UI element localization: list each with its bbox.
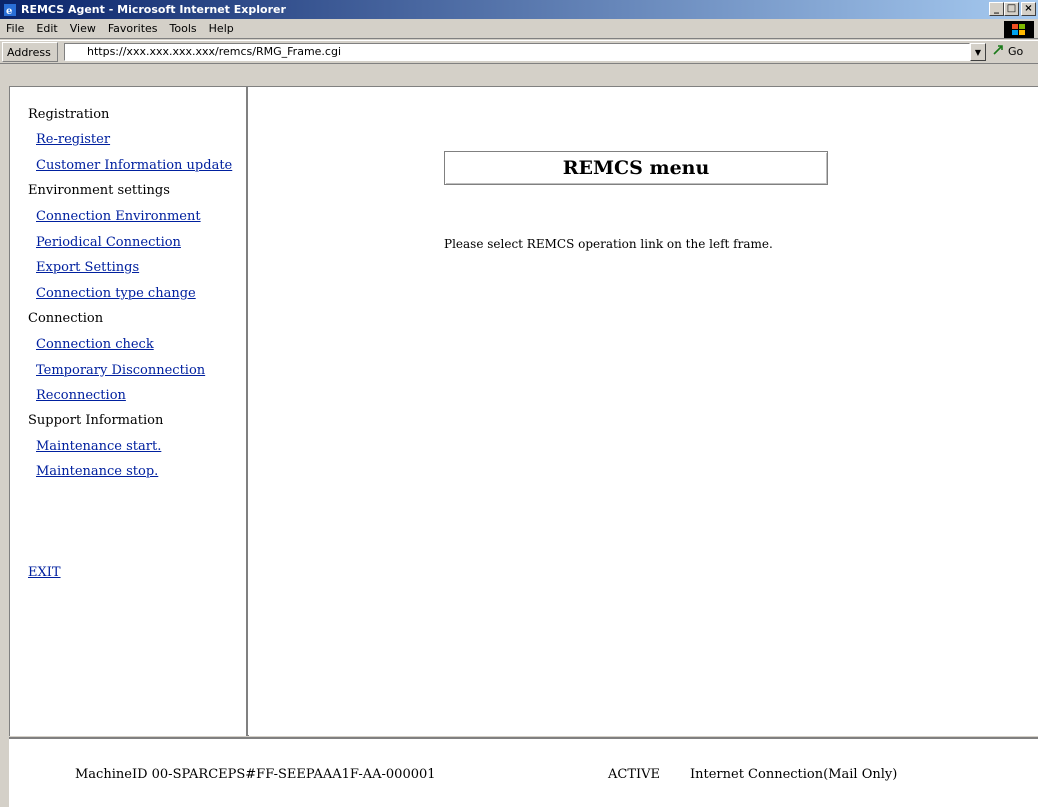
close-button[interactable]: × — [1021, 2, 1036, 16]
address-dropdown-button[interactable]: ▼ — [970, 43, 986, 61]
exit-link[interactable]: EXIT — [28, 565, 61, 580]
nav-group-connection: Connection — [28, 311, 104, 326]
nav-link-re-register[interactable]: Re-register — [36, 132, 110, 147]
nav-link-connection-check[interactable]: Connection check — [36, 337, 154, 352]
left-nav-frame: Registration Re-register Customer Inform… — [10, 87, 248, 736]
nav-link-maintenance-stop[interactable]: Maintenance stop. — [36, 464, 158, 479]
page-title: REMCS menu — [444, 151, 828, 185]
nav-link-maintenance-start[interactable]: Maintenance start. — [36, 439, 161, 454]
nav-link-export-settings[interactable]: Export Settings — [36, 260, 139, 275]
svg-text:e: e — [6, 6, 12, 17]
nav-link-temporary-disconnection[interactable]: Temporary Disconnection — [36, 363, 205, 378]
menu-tools[interactable]: Tools — [164, 22, 203, 35]
nav-group-environment-settings: Environment settings — [28, 183, 170, 198]
maximize-button[interactable]: □ — [1004, 2, 1019, 16]
go-button[interactable]: Go — [992, 44, 1023, 59]
nav-group-support-information: Support Information — [28, 413, 164, 428]
window-titlebar[interactable]: e REMCS Agent - Microsoft Internet Explo… — [0, 0, 1038, 19]
instruction-text: Please select REMCS operation link on th… — [444, 237, 773, 251]
address-label: Address — [2, 42, 58, 62]
frameset: Registration Re-register Customer Inform… — [9, 86, 1038, 736]
windows-logo-icon — [1004, 21, 1034, 38]
nav-link-connection-type-change[interactable]: Connection type change — [36, 286, 196, 301]
menu-help[interactable]: Help — [203, 22, 240, 35]
menu-view[interactable]: View — [64, 22, 102, 35]
window-title: REMCS Agent - Microsoft Internet Explore… — [21, 3, 286, 16]
menu-bar: File Edit View Favorites Tools Help — [0, 19, 1038, 39]
nav-link-reconnection[interactable]: Reconnection — [36, 388, 126, 403]
minimize-button[interactable]: _ — [989, 2, 1004, 16]
nav-link-customer-info-update[interactable]: Customer Information update — [36, 158, 232, 173]
status-badge: ACTIVE — [608, 767, 661, 782]
go-label: Go — [1008, 45, 1024, 58]
menu-file[interactable]: File — [0, 22, 30, 35]
nav-group-registration: Registration — [28, 107, 110, 122]
address-input[interactable]: https://xxx.xxx.xxx.xxx/remcs/RMG_Frame.… — [64, 43, 970, 61]
nav-link-connection-environment[interactable]: Connection Environment — [36, 209, 201, 224]
menu-favorites[interactable]: Favorites — [102, 22, 164, 35]
go-arrow-icon — [992, 44, 1006, 59]
status-frame: MachineID 00-SPARCEPS#FF-SEEPAAA1F-AA-00… — [9, 737, 1038, 807]
machine-id-text: MachineID 00-SPARCEPS#FF-SEEPAAA1F-AA-00… — [75, 767, 436, 782]
main-content-frame: REMCS menu Please select REMCS operation… — [249, 87, 1038, 736]
connection-type-text: Internet Connection(Mail Only) — [690, 767, 898, 782]
nav-link-periodical-connection[interactable]: Periodical Connection — [36, 235, 181, 250]
address-bar: Address https://xxx.xxx.xxx.xxx/remcs/RM… — [0, 40, 1038, 64]
menu-edit[interactable]: Edit — [30, 22, 63, 35]
ie-icon: e — [3, 3, 17, 17]
